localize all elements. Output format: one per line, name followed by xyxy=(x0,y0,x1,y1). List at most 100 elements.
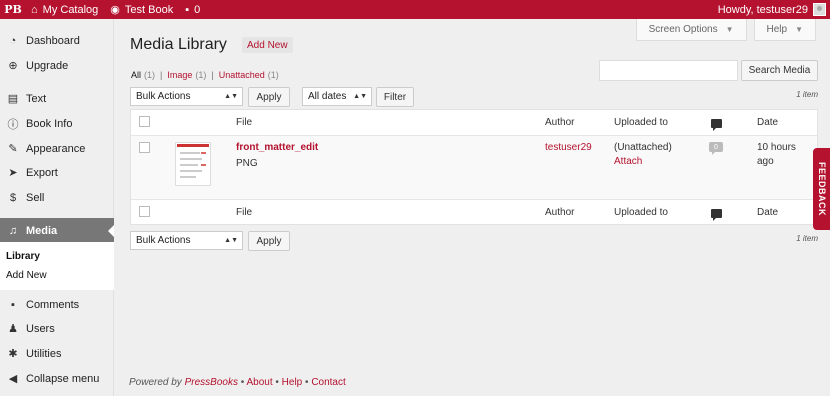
book-icon: ▤ xyxy=(7,93,19,105)
avatar xyxy=(813,3,826,16)
sidebar-item-comments[interactable]: ▪ Comments xyxy=(0,292,114,317)
column-date[interactable]: Date xyxy=(757,117,778,128)
sidebar-item-label: Book Info xyxy=(26,117,73,130)
comment-count-badge[interactable]: 0 xyxy=(709,142,723,155)
media-table: File Author Uploaded to Date front_matte… xyxy=(130,109,818,225)
thumb-line xyxy=(180,170,202,172)
thumb-header-bar xyxy=(177,144,209,147)
media-thumbnail[interactable] xyxy=(175,142,211,186)
comment-bubble-icon: ▪ xyxy=(185,3,190,16)
sidebar-item-label: Media xyxy=(26,224,58,237)
apply-button[interactable]: Apply xyxy=(248,87,290,107)
main-content: Screen Options ▼ Help ▼ Media Library Ad… xyxy=(114,19,830,396)
user-icon: ♟ xyxy=(8,323,18,335)
uploaded-status: (Unattached) xyxy=(614,142,672,153)
thumb-accent xyxy=(201,152,206,154)
search-input[interactable] xyxy=(599,60,738,81)
eye-icon: ◉ xyxy=(110,4,120,16)
dates-select[interactable]: All dates ▲▼ xyxy=(302,87,372,106)
sidebar-item-appearance[interactable]: ✎ Appearance xyxy=(0,136,114,161)
updown-arrow-icon: ▲▼ xyxy=(353,93,367,100)
sidebar-item-text[interactable]: ▤ Text xyxy=(0,86,114,111)
collapse-icon: ◀ xyxy=(8,373,18,385)
table-header: File Author Uploaded to Date xyxy=(131,110,817,136)
column-file[interactable]: File xyxy=(236,117,252,128)
sidebar-item-book-info[interactable]: ⓘ Book Info xyxy=(0,111,114,136)
column-author-footer[interactable]: Author xyxy=(545,207,574,218)
filter-separator: | xyxy=(211,70,214,80)
thumb-line xyxy=(180,164,198,166)
bulk-actions-select[interactable]: Bulk Actions ▲▼ xyxy=(130,87,243,106)
column-author[interactable]: Author xyxy=(545,117,574,128)
my-catalog-link[interactable]: ⌂ My Catalog xyxy=(31,4,98,16)
filter-image[interactable]: Image xyxy=(167,70,192,80)
column-file-footer[interactable]: File xyxy=(236,207,252,218)
filter-all[interactable]: All xyxy=(131,70,141,80)
pressbooks-link[interactable]: PressBooks xyxy=(185,377,238,388)
attach-link[interactable]: Attach xyxy=(614,156,642,167)
thumb-accent xyxy=(201,164,206,166)
column-uploaded-to[interactable]: Uploaded to xyxy=(614,117,668,128)
sidebar-item-label: Utilities xyxy=(26,347,62,360)
test-book-link[interactable]: ◉ Test Book xyxy=(110,3,173,17)
bulk-actions-value: Bulk Actions xyxy=(136,235,191,246)
comments-link[interactable]: ▪ 0 xyxy=(185,4,200,16)
column-date-footer[interactable]: Date xyxy=(757,207,778,218)
dates-value: All dates xyxy=(308,91,347,102)
screen-options-tab[interactable]: Screen Options ▼ xyxy=(635,19,747,41)
filter-unattached-count: (1) xyxy=(267,70,279,80)
greeting: Howdy, testuser29 xyxy=(717,3,808,16)
date-line-1: 10 hours xyxy=(757,142,796,153)
filter-unattached[interactable]: Unattached xyxy=(219,70,265,80)
sidebar-item-users[interactable]: ♟ Users xyxy=(0,316,114,341)
pressbooks-logo[interactable]: PB xyxy=(3,0,23,19)
sidebar-item-label: Sell xyxy=(26,191,45,204)
column-uploaded-to-footer[interactable]: Uploaded to xyxy=(614,207,668,218)
thumb-line xyxy=(180,152,200,154)
filter-all-count: (1) xyxy=(144,70,156,80)
comments-column-icon[interactable] xyxy=(711,209,722,221)
screen-options-label: Screen Options xyxy=(648,24,718,35)
sidebar-item-label: Text xyxy=(26,92,47,105)
sidebar-item-utilities[interactable]: ✱ Utilities xyxy=(0,341,114,366)
screen-meta-links: Screen Options ▼ Help ▼ xyxy=(635,19,816,41)
sidebar-item-label: Export xyxy=(26,166,58,179)
apply-button-bottom[interactable]: Apply xyxy=(248,231,290,251)
comments-column-icon[interactable] xyxy=(711,119,722,131)
help-label: Help xyxy=(766,24,788,35)
media-title-link[interactable]: front_matter_edit xyxy=(236,142,318,153)
row-checkbox[interactable] xyxy=(139,142,150,153)
admin-bar: PB ⌂ My Catalog ◉ Test Book ▪ 0 Howdy, t… xyxy=(0,0,830,19)
filter-button[interactable]: Filter xyxy=(376,87,414,107)
sidebar-item-collapse-menu[interactable]: ◀ Collapse menu xyxy=(0,366,114,391)
feedback-tab[interactable]: FEEDBACK xyxy=(813,148,830,230)
submenu-add-new[interactable]: Add New xyxy=(6,270,47,281)
account-menu[interactable]: Howdy, testuser29 xyxy=(718,0,826,19)
sidebar-item-export[interactable]: ➤ Export xyxy=(0,160,114,185)
thumb-line xyxy=(180,176,196,178)
search-media-button[interactable]: Search Media xyxy=(741,60,818,81)
about-link[interactable]: About xyxy=(246,377,272,388)
sidebar-item-sell[interactable]: $ Sell xyxy=(0,185,114,210)
table-row: front_matter_edit PNG testuser29 (Unatta… xyxy=(131,136,817,199)
admin-sidebar: ◔ Dashboard ⊕ Upgrade ▤ Text ⓘ Book Info… xyxy=(0,19,114,396)
submenu-library[interactable]: Library xyxy=(6,251,40,262)
select-all-checkbox[interactable] xyxy=(139,116,150,127)
sidebar-item-media[interactable]: ♫ Media xyxy=(0,218,114,243)
admin-footer: Powered by PressBooks • About • Help • C… xyxy=(129,377,346,388)
chevron-down-icon: ▼ xyxy=(725,25,734,34)
info-icon: ⓘ xyxy=(7,118,19,131)
add-new-button[interactable]: Add New xyxy=(242,37,293,53)
sidebar-item-label: Upgrade xyxy=(26,59,69,72)
help-tab[interactable]: Help ▼ xyxy=(753,19,816,41)
sidebar-item-dashboard[interactable]: ◔ Dashboard xyxy=(0,28,114,53)
help-link[interactable]: Help xyxy=(282,377,303,388)
select-all-checkbox-footer[interactable] xyxy=(139,206,150,217)
author-link[interactable]: testuser29 xyxy=(545,142,592,153)
items-count-top: 1 item xyxy=(796,90,818,99)
media-filters: All (1) | Image (1) | Unattached (1) xyxy=(131,70,279,80)
bulk-actions-select-bottom[interactable]: Bulk Actions ▲▼ xyxy=(130,231,243,250)
footer-bullet: • xyxy=(272,377,282,388)
sidebar-item-upgrade[interactable]: ⊕ Upgrade xyxy=(0,53,114,78)
contact-link[interactable]: Contact xyxy=(311,377,345,388)
